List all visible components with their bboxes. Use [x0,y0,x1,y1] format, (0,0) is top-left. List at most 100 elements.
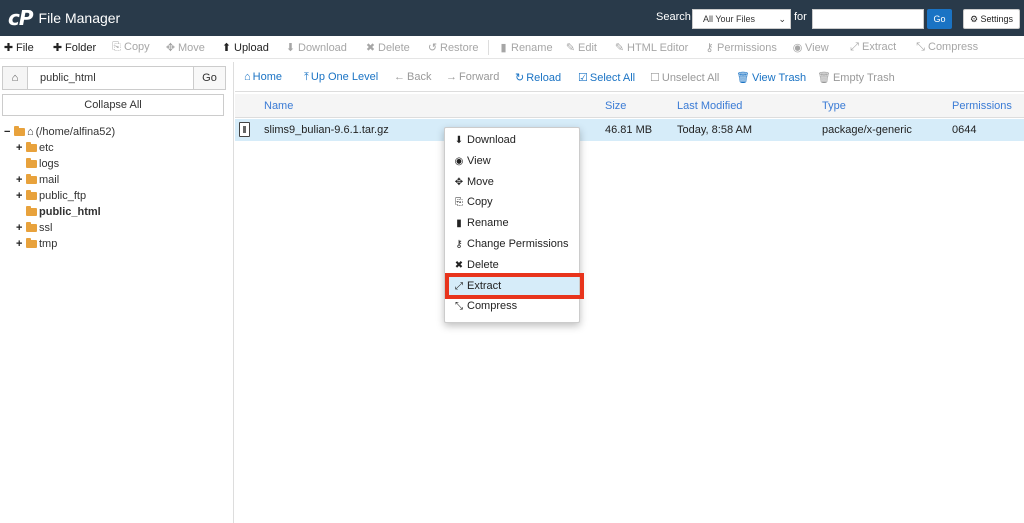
column-size-header[interactable]: Size [605,100,626,112]
trash-icon: 🗑 [817,72,831,84]
context-menu-change-permissions[interactable]: ⚷ Change Permissions [445,234,579,254]
select-all-button[interactable]: ☑ Select All [578,71,635,84]
search-input[interactable] [812,9,924,29]
column-modified-header[interactable]: Last Modified [677,100,742,112]
path-input[interactable]: public_html [27,66,194,90]
toolbar-download-button[interactable]: ⬇ Download [285,41,347,54]
empty-trash-button[interactable]: 🗑 Empty Trash [817,71,895,84]
toolbar-compress-button[interactable]: ⤡ Compress [915,41,978,54]
toolbar-rename-button[interactable]: ▮ Rename [498,41,552,54]
html-editor-icon: ✎ [614,42,625,54]
collapse-icon[interactable]: − [4,124,14,140]
download-icon: ⬇ [285,42,296,54]
context-menu-label: Download [467,134,516,146]
gear-icon: ⚙ [969,14,979,24]
expand-icon[interactable]: + [16,140,26,156]
context-menu-label: Compress [467,300,518,313]
toolbar-html-editor-button[interactable]: ✎ HTML Editor [614,41,688,54]
reload-button[interactable]: ↻ Reload [515,71,561,84]
extract-icon: ⤢ [850,41,859,53]
context-menu-label: Copy [467,196,493,209]
path-bar: ⌂ public_html Go [2,66,226,90]
back-button[interactable]: ← Back [394,71,431,83]
search-scope-select[interactable]: All Your Files ⌄ [692,9,791,29]
context-menu-download[interactable]: ⬇ Download [445,130,579,150]
tree-item-ssl[interactable]: + ssl [4,220,115,236]
tree-item-etc[interactable]: + etc [4,140,115,156]
trash-icon: 🗑 [736,72,750,84]
tree-item-public-ftp[interactable]: + public_ftp [4,188,115,204]
toolbar-item-label: Copy [124,41,150,53]
copy-icon: ⎘ [455,197,463,209]
toolbar-delete-button[interactable]: ✖ Delete [365,41,410,54]
reload-label: Reload [526,72,562,84]
home-icon: ⌂ [244,71,251,83]
rename-icon: ▮ [456,218,462,230]
file-table-header: Name Size Last Modified Type Permissions [235,94,1024,118]
toolbar-restore-button[interactable]: ↺ Restore [427,41,479,54]
context-menu-copy[interactable]: ⎘ Copy [445,192,579,212]
move-icon: ✥ [454,176,464,188]
toolbar-copy-button[interactable]: ⎘ Copy [111,41,150,54]
column-type-header[interactable]: Type [822,100,846,112]
context-menu-delete[interactable]: ✖ Delete [445,255,579,275]
tree-item-mail[interactable]: + mail [4,172,115,188]
plus-icon: ✚ [52,42,63,54]
tree-item-label: etc [39,142,54,154]
back-label: Back [407,71,432,83]
toolbar-folder-button[interactable]: ✚ Folder [52,41,96,54]
forward-button[interactable]: → Forward [446,71,499,83]
expand-icon[interactable]: + [16,236,26,252]
key-icon: ⚷ [455,239,463,250]
up-one-level-button[interactable]: ⤒ Up One Level [304,71,378,84]
move-icon: ✥ [165,42,176,54]
path-go-button[interactable]: Go [193,66,226,90]
upload-icon: ⬆ [221,42,232,54]
view-trash-button[interactable]: 🗑 View Trash [736,71,806,84]
context-menu-label: View [467,154,491,167]
column-permissions-header[interactable]: Permissions [952,100,1012,112]
toolbar-move-button[interactable]: ✥ Move [165,41,205,54]
tree-item-logs[interactable]: logs [4,156,115,172]
toolbar-extract-button[interactable]: ⤢ Extract [849,41,896,54]
folder-icon [26,174,37,184]
expand-icon[interactable]: + [16,188,26,204]
search-scope-value: All Your Files [703,14,756,24]
toolbar-item-label: Edit [578,42,597,54]
expand-icon[interactable]: + [16,220,26,236]
unselect-all-button[interactable]: ☐ Unselect All [650,71,719,84]
toolbar-edit-button[interactable]: ✎ Edit [565,41,597,54]
toolbar-file-button[interactable]: ✚ File [3,41,34,54]
tree-item-label: public_html [39,206,101,218]
search-go-button[interactable]: Go [927,9,952,29]
context-menu-compress[interactable]: ⤡ Compress [445,296,579,316]
context-menu-move[interactable]: ✥ Move [445,172,579,192]
chevron-down-icon: ⌄ [778,14,786,24]
tree-item-home-alfina52[interactable]: − ⌂ (/home/alfina52) [4,124,115,140]
home-nav-button[interactable]: ⌂ Home [244,71,282,83]
toolbar-permissions-button[interactable]: ⚷ Permissions [704,41,776,54]
toolbar-item-label: Delete [378,42,410,54]
expand-icon[interactable]: + [16,172,26,188]
toolbar-view-button[interactable]: ◉ View [792,41,829,54]
context-menu-label: Change Permissions [467,238,569,250]
context-menu-label: Move [467,175,494,188]
context-menu-rename[interactable]: ▮ Rename [445,213,579,233]
context-menu-view[interactable]: ◉ View [445,151,579,171]
folder-icon [26,158,37,168]
column-name-header[interactable]: Name [264,100,293,112]
toolbar-item-label: File [16,42,34,54]
settings-label: Settings [980,14,1014,24]
tree-item-tmp[interactable]: + tmp [4,236,115,252]
home-icon[interactable]: ⌂ [2,66,28,90]
toolbar-upload-button[interactable]: ⬆ Upload [221,41,269,54]
home-icon: ⌂ [27,126,34,138]
tree-item-public-html[interactable]: public_html [4,204,115,220]
tree-item-label: tmp [39,238,58,250]
empty-trash-label: Empty Trash [832,72,895,84]
settings-button[interactable]: ⚙ Settings [963,9,1020,29]
table-row[interactable]: slims9_bulian-9.6.1.tar.gz 46.81 MB Toda… [235,119,1024,141]
cpanel-logo[interactable]: cP File Manager [8,8,120,28]
collapse-all-button[interactable]: Collapse All [2,94,224,116]
tree-item-label: logs [39,158,60,170]
